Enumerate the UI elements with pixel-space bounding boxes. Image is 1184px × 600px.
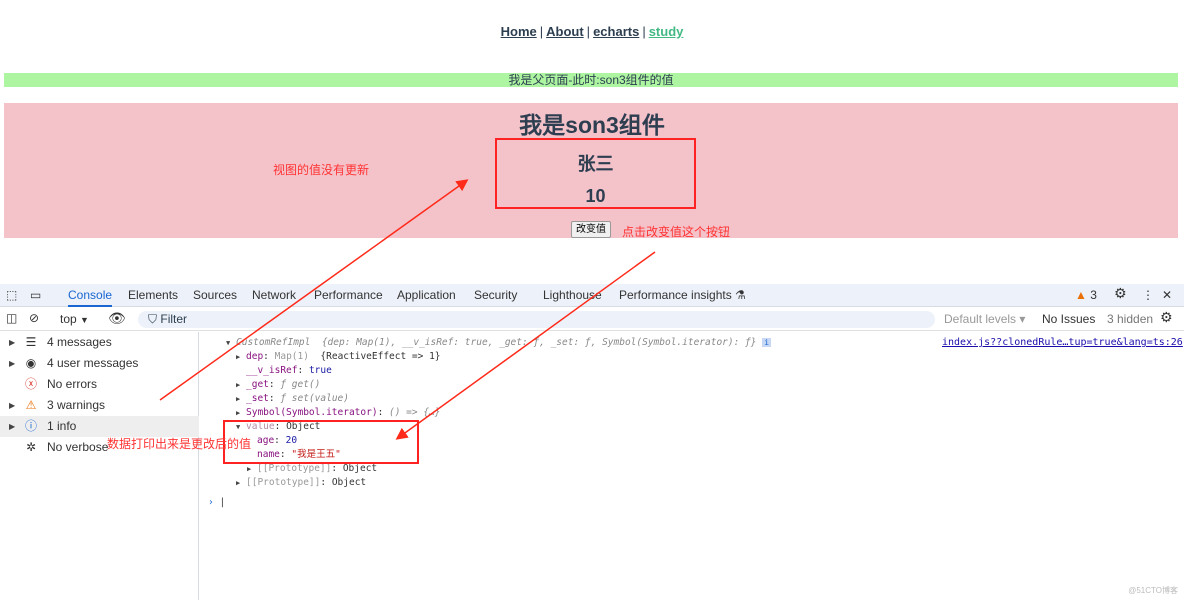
watermark: @51CTO博客: [1128, 586, 1178, 595]
arrow-to-data: [395, 251, 656, 440]
annotation-arrows: [159, 179, 656, 440]
arrow-to-view: [159, 179, 469, 401]
